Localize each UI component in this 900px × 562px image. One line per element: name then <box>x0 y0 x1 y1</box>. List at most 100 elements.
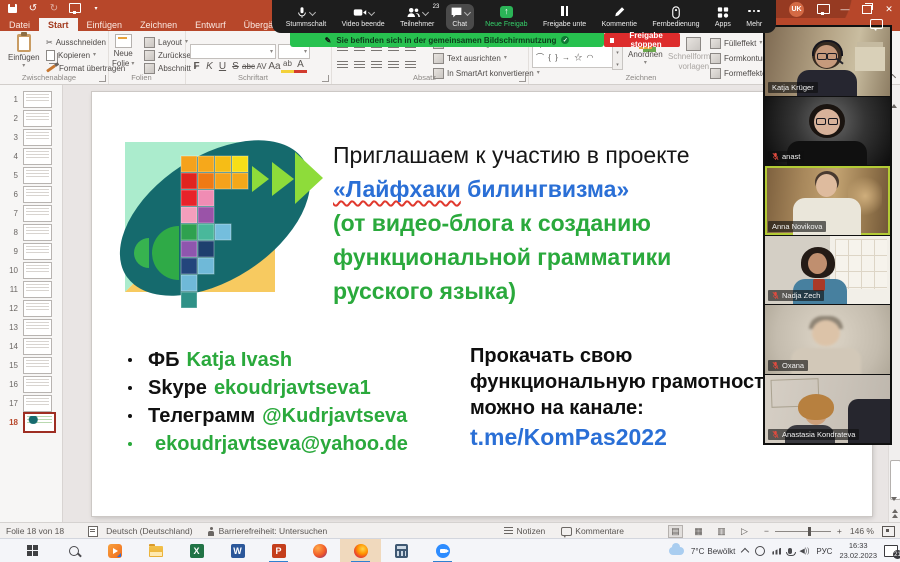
underline-button[interactable]: U <box>216 61 229 72</box>
align-right-button[interactable] <box>371 61 382 70</box>
slide-thumbnail[interactable]: 13 <box>0 318 62 337</box>
zoom-in-button[interactable]: + <box>837 526 842 536</box>
pause-share-button[interactable]: Freigabe unte <box>539 4 590 30</box>
language-indicator[interactable]: РУС <box>816 547 832 556</box>
ribbon-tab[interactable]: Zeichnen <box>131 18 186 31</box>
slide-thumbnail[interactable]: 3 <box>0 128 62 147</box>
zoom-level[interactable]: 146 % <box>850 526 874 536</box>
slide-thumbnail[interactable]: 7 <box>0 204 62 223</box>
slide-thumbnail[interactable]: 5 <box>0 166 62 185</box>
zoom-slider-thumb[interactable] <box>808 527 811 536</box>
video-tile-anast[interactable]: anast <box>765 96 890 166</box>
project-logo[interactable] <box>103 100 333 332</box>
slide[interactable]: Приглашаем к участию в проекте «Лайфхаки… <box>92 92 872 516</box>
chevron-down-icon[interactable] <box>464 8 471 15</box>
undo-button[interactable]: ↺ <box>27 2 39 14</box>
more-button[interactable]: Mehr <box>742 4 766 30</box>
video-tile-katja-krueger[interactable]: Katja Krüger <box>765 27 890 96</box>
ribbon-tab[interactable]: Einfügen <box>78 18 132 31</box>
align-text-button[interactable]: Text ausrichten▾ <box>433 52 540 64</box>
italic-button[interactable]: K <box>203 61 216 72</box>
browser-app[interactable] <box>299 539 340 562</box>
fit-slide-button[interactable] <box>882 526 895 537</box>
chevron-down-icon[interactable] <box>368 8 375 15</box>
start-slideshow-button[interactable] <box>69 2 81 14</box>
justify-button[interactable] <box>388 61 399 70</box>
character-spacing-button[interactable]: AV <box>255 62 268 71</box>
stop-share-button[interactable]: Freigabe stoppen <box>604 33 680 47</box>
accessibility-button[interactable]: Barrierefreiheit: Untersuchen <box>207 526 328 536</box>
slide-thumbnail[interactable]: 8 <box>0 223 62 242</box>
slide-thumbnail[interactable]: 17 <box>0 394 62 413</box>
mute-button[interactable]: Stummschalt <box>282 4 330 30</box>
notes-toggle[interactable]: Notizen <box>504 526 545 536</box>
slide-sorter-view-button[interactable]: ▦ <box>691 525 706 538</box>
paragraph-dialog-launcher[interactable] <box>519 75 526 82</box>
video-tile-nadja-zech[interactable]: Nadja Zech <box>765 235 890 305</box>
save-button[interactable] <box>6 2 18 14</box>
calculator-app[interactable] <box>381 539 422 562</box>
notification-center-button[interactable]: 21 <box>884 545 898 557</box>
slide-thumbnail[interactable]: 6 <box>0 185 62 204</box>
proofing-button[interactable] <box>88 526 98 537</box>
tray-microphone-icon[interactable] <box>788 548 792 554</box>
font-color-button[interactable]: A <box>294 59 307 73</box>
chat-bubble-icon[interactable] <box>870 19 883 29</box>
align-left-button[interactable] <box>337 61 348 70</box>
customize-qat-button[interactable]: ▾ <box>90 2 102 14</box>
search-button[interactable] <box>53 539 94 562</box>
subscript-button[interactable]: abc <box>242 62 255 71</box>
file-explorer-app[interactable] <box>135 539 176 562</box>
promo-block[interactable]: Прокачать свою функциональную грамотност… <box>470 343 800 450</box>
slide-thumbnail[interactable]: 12 <box>0 299 62 318</box>
change-case-button[interactable]: Aa <box>268 61 281 72</box>
media-player-app[interactable] <box>94 539 135 562</box>
ribbon-tab[interactable]: Datei <box>0 18 39 31</box>
slide-thumbnail[interactable]: 2 <box>0 109 62 128</box>
ribbon-tab[interactable]: Start <box>39 18 78 31</box>
weather-cloud-icon[interactable] <box>669 547 684 555</box>
columns-button[interactable] <box>405 61 416 70</box>
font-dialog-launcher[interactable] <box>322 75 329 82</box>
bold-button[interactable]: F <box>190 61 203 72</box>
video-tile-anna-novikova[interactable]: Anna Novikova <box>765 165 890 235</box>
slide-thumbnail[interactable]: 11 <box>0 280 62 299</box>
language-button[interactable]: Deutsch (Deutschland) <box>106 526 192 536</box>
remote-control-button[interactable]: Fernbedienung <box>648 4 703 30</box>
contact-list[interactable]: ФБKatja Ivash Skypeekoudrjavtseva1 Телег… <box>128 346 408 458</box>
clock[interactable]: 16:3323.02.2023 <box>839 541 877 561</box>
slide-thumbnail[interactable]: 1 <box>0 90 62 109</box>
previous-slide-button[interactable] <box>890 508 900 518</box>
account-badge[interactable]: UK <box>789 2 804 17</box>
restore-button[interactable] <box>856 0 878 18</box>
powerpoint-app[interactable]: P <box>258 539 299 562</box>
align-center-button[interactable] <box>354 61 365 70</box>
stop-video-button[interactable]: Video beende <box>338 4 389 30</box>
close-button[interactable]: ✕ <box>878 0 900 18</box>
new-slide-button[interactable]: Neue Folie▾ <box>112 34 134 68</box>
zoom-slider[interactable] <box>775 531 831 532</box>
scroll-up-button[interactable] <box>891 87 899 95</box>
chevron-down-icon[interactable] <box>309 8 316 15</box>
firefox-app[interactable] <box>340 539 381 562</box>
network-icon[interactable] <box>772 548 781 555</box>
chevron-down-icon[interactable] <box>422 8 429 15</box>
scrollbar-thumb[interactable] <box>890 460 900 500</box>
speaker-icon[interactable]: ◀)) <box>799 547 809 555</box>
video-tile-oxana[interactable]: Oxana <box>765 304 890 374</box>
weather-widget[interactable]: 7°CBewölkt <box>691 547 735 556</box>
chat-button[interactable]: Chat <box>446 4 474 30</box>
new-share-button[interactable]: ↑ Neue Freigab <box>481 4 531 30</box>
apps-button[interactable]: Apps <box>711 4 735 30</box>
slide-thumbnail[interactable]: 4 <box>0 147 62 166</box>
normal-view-button[interactable]: ▤ <box>668 525 683 538</box>
slide-thumbnail[interactable]: 16 <box>0 375 62 394</box>
slide-thumbnail[interactable]: 18 <box>0 413 62 432</box>
slide-thumbnail[interactable]: 14 <box>0 337 62 356</box>
highlight-color-button[interactable]: ab <box>281 59 294 73</box>
paste-button[interactable]: Einfügen ▾ <box>8 34 40 69</box>
ribbon-tab[interactable]: Entwurf <box>186 18 235 31</box>
video-tile-anastasia-kondrateva[interactable]: Anastasia Kondrateva <box>765 374 890 444</box>
zoom-app[interactable] <box>422 539 463 562</box>
participants-button[interactable]: 23 Teilnehmer <box>396 4 438 30</box>
